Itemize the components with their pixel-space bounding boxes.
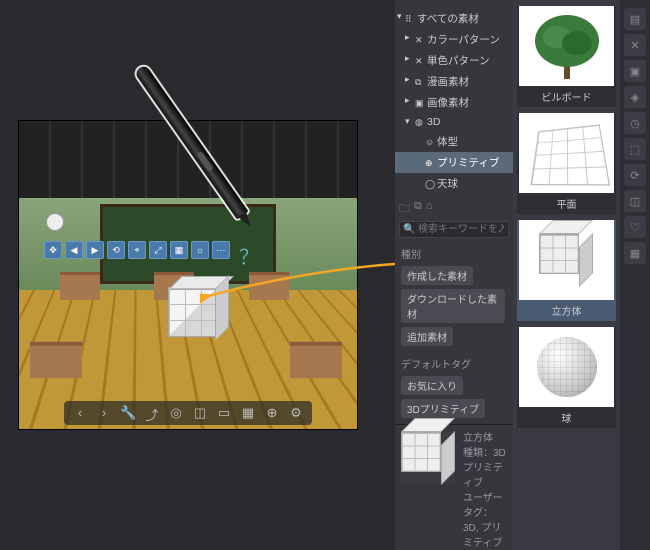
tag-icon[interactable]: ⌂ [426,200,433,219]
detail-text: 立方体 種類：3Dプリミティブ ユーザータグ：3D, プリミティブ デフォルトタ… [463,431,507,550]
tag-added[interactable]: 追加素材 [401,327,453,346]
help-icon[interactable]: ？ [239,241,259,270]
object-toolbar: ✥ ◀ ▶ ⟲ ⌖ ⤢ ▦ ☼ ⋯ ？ [44,241,259,270]
link-icon[interactable]: ⧉ [414,200,422,219]
label: 3D [427,116,440,128]
scale-icon[interactable]: ⤢ [149,241,167,259]
label: 体型 [437,136,458,148]
palette-icon[interactable]: ▤ [624,8,646,30]
scene-clock [46,213,64,231]
label: 漫画素材 [427,76,469,88]
placed-cube-primitive[interactable] [168,287,218,337]
camera-panel-icon[interactable]: ⬚ [624,138,646,160]
prev-icon[interactable]: ◀ [65,241,83,259]
scene-desk [249,272,289,300]
search-icon: 🔍 [403,224,415,235]
cube-panel-icon[interactable]: ◫ [624,190,646,212]
label: カラーパターン [427,34,500,46]
nav-back-icon[interactable]: ‹ [72,405,88,421]
material-tree-column: ▾⠿すべての素材 ▸✕カラーパターン ▸✕単色パターン ▸⧉漫画素材 ▸▣画像素… [395,0,513,550]
scene-desk [60,272,100,300]
tag-downloaded[interactable]: ダウンロードした素材 [401,289,505,323]
scene-ceiling [19,121,357,198]
thumb-sphere[interactable]: 球 [517,327,616,428]
search-area: 🗀⧉⌂ 🔍 [395,194,513,242]
scene-desk [290,341,342,377]
grid-icon[interactable]: ▦ [170,241,188,259]
filter-kind: 種別 作成した素材 ダウンロードした素材 追加素材 [395,242,513,352]
rotate-icon[interactable]: ⟲ [107,241,125,259]
detail-panel: 立方体 種類：3Dプリミティブ ユーザータグ：3D, プリミティブ デフォルトタ… [395,424,513,550]
settings-icon[interactable]: ⚙ [288,405,304,421]
camera-icon[interactable]: ⌖ [128,241,146,259]
tree-sky[interactable]: ◯天球 [395,173,513,194]
tag-created[interactable]: 作成した素材 [401,266,473,285]
grid-toggle-icon[interactable]: ▦ [240,405,256,421]
tree-image[interactable]: ▸▣画像素材 [395,92,513,113]
close-panel-icon[interactable]: ✕ [624,34,646,56]
search-input[interactable] [399,221,509,238]
label: 単色パターン [427,55,489,67]
label: ビルボード [517,86,616,104]
tag-favorite[interactable]: お気に入り [401,376,463,395]
detail-name: 立方体 [463,431,507,446]
label: 画像素材 [427,97,469,109]
thumb-cube[interactable]: 立方体 [517,220,616,321]
grid-panel-icon[interactable]: ▦ [624,242,646,264]
next-icon[interactable]: ▶ [86,241,104,259]
tag-3d-primitive[interactable]: 3Dプリミティブ [401,399,485,418]
wrench-icon[interactable]: 🔧 [120,405,136,421]
target-icon[interactable]: ◎ [168,405,184,421]
material-panel: ▾⠿すべての素材 ▸✕カラーパターン ▸✕単色パターン ▸⧉漫画素材 ▸▣画像素… [395,0,620,550]
upload-icon[interactable]: ⤴ [144,405,160,421]
thumbnail-column: ビルボード 平面 立方体 球 [513,0,620,550]
label: 平面 [517,193,616,211]
heart-icon[interactable]: ♡ [624,216,646,238]
cube-icon[interactable]: ◫ [192,405,208,421]
canvas-viewport[interactable]: ✥ ◀ ▶ ⟲ ⌖ ⤢ ▦ ☼ ⋯ ？ ‹ › 🔧 ⤴ ◎ ◫ ▭ ▦ ⊕ ⚙ [18,120,358,430]
detail-kind-label: 種類： [463,448,493,459]
filter-kind-header: 種別 [401,246,507,261]
layers-icon[interactable]: ▣ [624,60,646,82]
filter-tag-header: デフォルトタグ [401,356,507,371]
tree-body[interactable]: ☺体型 [395,131,513,152]
light-icon[interactable]: ☼ [191,241,209,259]
label: プリミティブ [437,157,499,169]
tree-mono-pattern[interactable]: ▸✕単色パターン [395,50,513,71]
detail-thumbnail [401,431,455,485]
tree-all-materials[interactable]: ▾⠿すべての素材 [395,8,513,29]
tree-3d[interactable]: ▾◍3D [395,113,513,131]
detail-usertag-value: 3D, プリミティブ [463,523,502,549]
history-icon[interactable]: ◷ [624,112,646,134]
detail-usertag-label: ユーザータグ： [463,493,503,519]
viewport-toolbar: ‹ › 🔧 ⤴ ◎ ◫ ▭ ▦ ⊕ ⚙ [64,401,312,425]
thumb-billboard[interactable]: ビルボード [517,6,616,107]
color-icon[interactable]: ◈ [624,86,646,108]
label: 天球 [437,178,458,190]
label: 球 [517,407,616,425]
camera-reset-icon[interactable]: ⊕ [264,405,280,421]
scene-desk [30,341,82,377]
tree-color-pattern[interactable]: ▸✕カラーパターン [395,29,513,50]
nav-fwd-icon[interactable]: › [96,405,112,421]
right-icon-bar: ▤ ✕ ▣ ◈ ◷ ⬚ ⟳ ◫ ♡ ▦ [620,0,650,550]
label: すべての素材 [417,13,479,25]
filter-tags: デフォルトタグ お気に入り 3Dプリミティブ [395,352,513,424]
tree-manga[interactable]: ▸⧉漫画素材 [395,71,513,92]
classroom-scene [19,121,357,429]
label: 立方体 [517,300,616,318]
refresh-icon[interactable]: ⟳ [624,164,646,186]
view-icon[interactable]: ▭ [216,405,232,421]
tree-primitive[interactable]: ⊕プリミティブ [395,152,513,173]
move-tool-icon[interactable]: ✥ [44,241,62,259]
thumb-plane[interactable]: 平面 [517,113,616,214]
more-icon[interactable]: ⋯ [212,241,230,259]
folder-icon[interactable]: 🗀 [399,200,410,219]
